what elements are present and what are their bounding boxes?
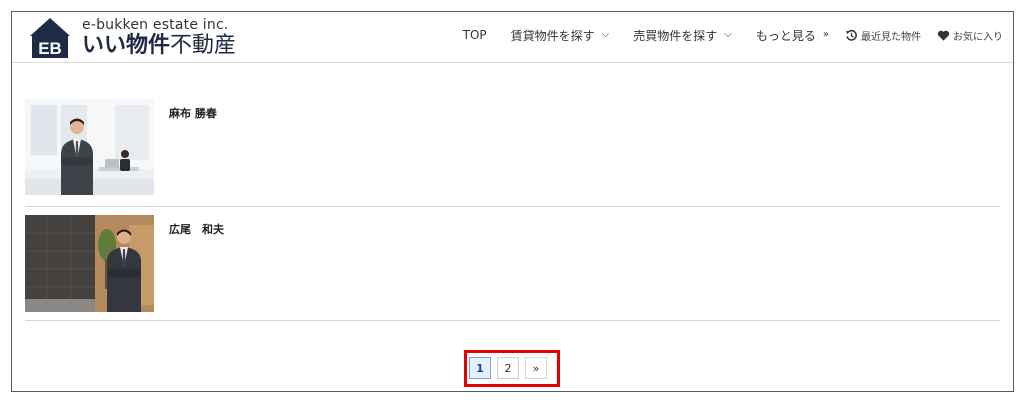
nav-rent-search[interactable]: 賃貸物件を探す ⌵ [511,27,610,44]
page-button-2[interactable]: 2 [497,357,519,379]
main-nav: TOP 賃貸物件を探す ⌵ 売買物件を探す ⌵ もっと見る » 最近見た物件 お… [439,12,1003,58]
nav-sale-search-label: 売買物件を探す [633,28,718,43]
page-frame: EB e-bukken estate inc. いい物件不動産 TOP 賃貸物件… [11,11,1014,392]
agent-photo[interactable] [25,215,154,312]
logo-title-rest: 不動産 [170,33,237,58]
page-button-1[interactable]: 1 [469,357,491,379]
nav-favorites-label: お気に入り [953,31,1003,43]
heart-icon [937,30,950,41]
next-page-button[interactable]: » [525,357,547,379]
logo-title: いい物件不動産 [82,33,236,59]
nav-favorites[interactable]: お気に入り [937,28,1003,43]
history-icon [845,29,857,41]
site-header: EB e-bukken estate inc. いい物件不動産 TOP 賃貸物件… [12,12,1013,63]
agent-photo-image [25,99,154,195]
logo-title-bold: いい物件 [82,33,171,58]
double-chevron-down-icon: » [822,29,829,40]
logo-subtitle: e-bukken estate inc. [82,17,229,33]
nav-more[interactable]: もっと見る » [756,27,829,44]
logo-house-icon: EB [30,18,70,58]
agent-name[interactable]: 広尾 和夫 [169,221,224,237]
agent-photo[interactable] [25,99,154,195]
agent-name[interactable]: 麻布 勝春 [169,105,217,121]
nav-sale-search[interactable]: 売買物件を探す ⌵ [633,27,732,44]
agent-list-item: 麻布 勝春 [25,99,1000,207]
nav-top[interactable]: TOP [463,28,487,42]
nav-more-label: もっと見る [755,28,816,43]
nav-top-label: TOP [462,28,487,42]
logo-mark-text: EB [38,39,62,58]
chevron-down-icon: ⌵ [724,29,732,40]
nav-rent-search-label: 賃貸物件を探す [510,28,595,43]
nav-recently-viewed[interactable]: 最近見た物件 [845,28,921,43]
chevron-down-icon: ⌵ [601,29,610,40]
nav-recently-viewed-label: 最近見た物件 [861,31,921,43]
agent-photo-image [25,215,154,312]
site-logo[interactable]: EB e-bukken estate inc. いい物件不動産 [28,16,268,60]
pagination: 1 2 » [469,357,553,379]
agent-list-item: 広尾 和夫 [25,215,1000,321]
